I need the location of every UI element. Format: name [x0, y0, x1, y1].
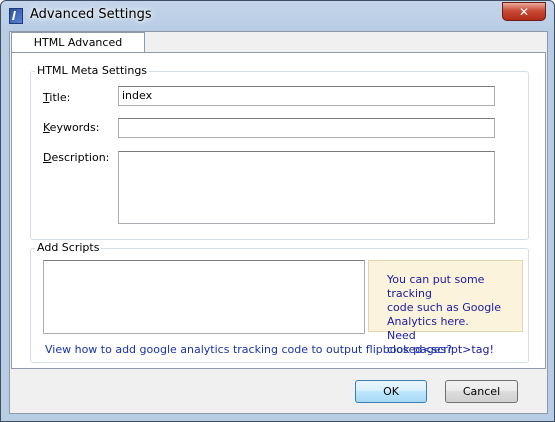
hint-line: You can put some tracking — [387, 273, 485, 300]
meta-settings-group: HTML Meta Settings Title: index Keywords… — [30, 64, 529, 240]
add-scripts-label: Add Scripts — [35, 241, 102, 254]
advanced-settings-dialog: Advanced Settings ✕ HTML Advanced Settin… — [0, 0, 555, 422]
close-button[interactable]: ✕ — [502, 2, 546, 21]
title-input[interactable]: index — [118, 86, 495, 106]
app-icon — [9, 8, 23, 24]
description-textarea[interactable] — [118, 151, 495, 224]
hint-line: Analytics here. — [387, 315, 469, 328]
analytics-help-link[interactable]: View how to add google analytics trackin… — [45, 343, 452, 356]
keywords-label: Keywords: — [43, 121, 100, 134]
description-label: Description: — [43, 151, 110, 164]
window-title: Advanced Settings — [30, 7, 152, 22]
tab-panel: HTML Meta Settings Title: index Keywords… — [11, 52, 546, 369]
cancel-button[interactable]: Cancel — [445, 380, 518, 403]
ok-button[interactable]: OK — [355, 380, 427, 403]
add-scripts-group: Add Scripts You can put some tracking co… — [30, 241, 529, 363]
tracking-code-hint: You can put some tracking code such as G… — [368, 260, 523, 356]
hint-line: code such as Google — [387, 301, 502, 314]
title-label: Title: — [43, 91, 71, 104]
title-bar[interactable]: Advanced Settings ✕ — [1, 1, 554, 31]
keywords-input[interactable] — [118, 118, 495, 138]
scripts-textarea[interactable] — [43, 260, 365, 334]
tab-html-advanced-settings[interactable]: HTML Advanced Settings — [11, 32, 145, 69]
meta-settings-label: HTML Meta Settings — [35, 64, 150, 77]
dialog-body: HTML Advanced Settings HTML Meta Setting… — [9, 31, 548, 414]
